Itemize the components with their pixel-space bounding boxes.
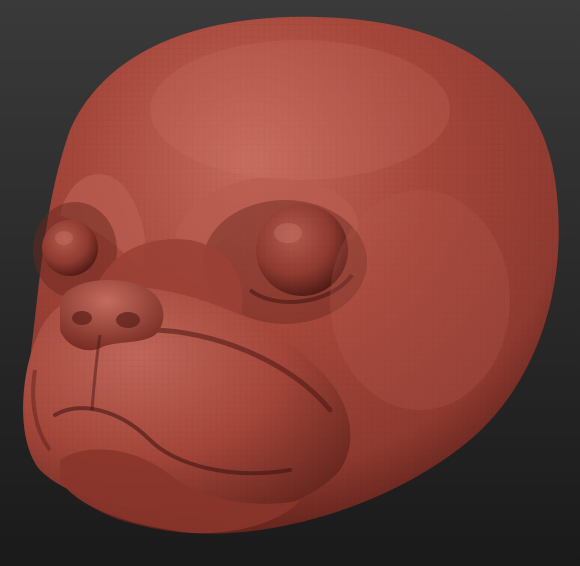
3d-viewport[interactable]: [0, 0, 580, 566]
left-eyeball: [42, 220, 98, 276]
dog-head-model[interactable]: [0, 0, 580, 566]
right-nostril: [116, 312, 140, 328]
left-nostril: [72, 311, 92, 325]
